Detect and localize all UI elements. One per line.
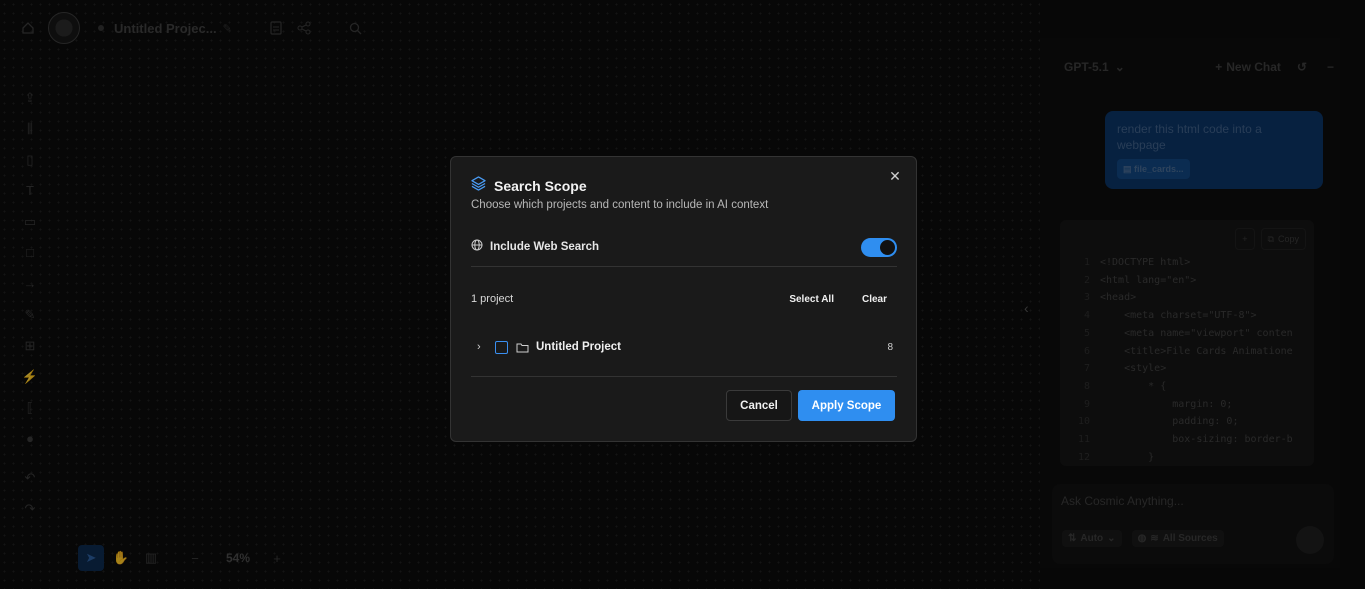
web-search-label: Include Web Search — [490, 241, 600, 253]
globe-icon — [471, 238, 483, 256]
chevron-right-icon[interactable]: › — [477, 341, 487, 353]
project-tree-item[interactable]: › Untitled Project 8 — [477, 338, 893, 356]
apply-scope-button[interactable]: Apply Scope — [798, 390, 895, 421]
dialog-footer: Cancel Apply Scope — [726, 390, 895, 421]
divider — [471, 266, 897, 267]
layers-icon — [471, 176, 486, 196]
toggle-knob — [880, 239, 895, 255]
dialog-header: Search Scope — [471, 176, 587, 196]
dialog-title: Search Scope — [494, 178, 587, 194]
search-scope-dialog: ✕ Search Scope Choose which projects and… — [450, 156, 917, 442]
web-search-toggle[interactable] — [861, 237, 897, 257]
project-count: 1 project — [471, 293, 514, 305]
dialog-subtitle: Choose which projects and content to inc… — [471, 199, 769, 211]
clear-button[interactable]: Clear — [862, 294, 887, 305]
project-name: Untitled Project — [536, 341, 621, 353]
project-item-count: 8 — [887, 341, 893, 353]
projects-header: 1 project Select All Clear — [471, 292, 897, 306]
project-checkbox[interactable] — [495, 340, 508, 354]
close-icon[interactable]: ✕ — [888, 169, 902, 183]
select-all-button[interactable]: Select All — [789, 294, 834, 305]
cancel-button[interactable]: Cancel — [726, 390, 792, 421]
divider — [471, 376, 897, 377]
web-search-row: Include Web Search — [471, 236, 897, 258]
folder-icon — [516, 342, 529, 353]
